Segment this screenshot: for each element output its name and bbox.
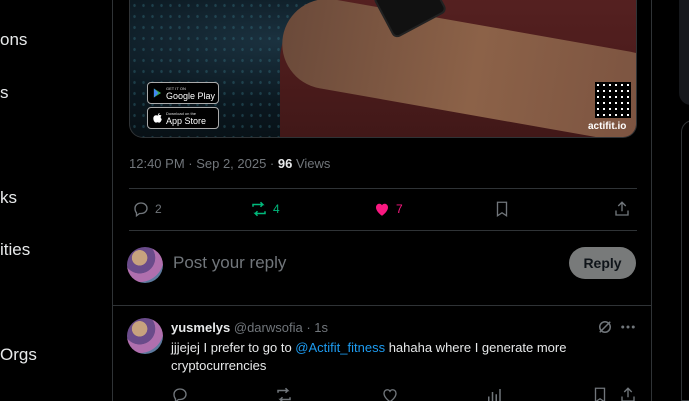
apple-icon — [153, 113, 162, 123]
share-action[interactable] — [613, 200, 631, 218]
repost-icon — [277, 387, 291, 401]
right-sidebar-card — [681, 120, 689, 401]
share-action[interactable] — [619, 386, 637, 401]
reply-author-name[interactable]: yusmelys — [171, 320, 230, 335]
right-sidebar-card — [679, 0, 689, 105]
bookmark-action[interactable] — [591, 386, 609, 401]
repost-action[interactable] — [275, 386, 293, 401]
brand-label: actifit.io — [588, 121, 627, 132]
google-play-text: Google Play — [166, 90, 216, 101]
avatar[interactable] — [127, 247, 163, 283]
reply-icon — [173, 388, 187, 401]
nav-item-notifications[interactable]: ons — [0, 30, 27, 50]
more-options-button[interactable] — [619, 318, 637, 336]
grok-icon — [599, 321, 611, 333]
like-action[interactable] — [381, 386, 399, 401]
more-icon — [621, 325, 635, 329]
views-count: 96 — [277, 156, 293, 171]
nav-item-bookmarks[interactable]: ks — [0, 188, 17, 208]
bookmark-icon — [594, 387, 606, 401]
main-column: GET IT ON Google Play Download on the Ap… — [112, 0, 652, 401]
post-timestamp[interactable]: 12:40 PM · Sep 2, 2025 · — [129, 156, 278, 171]
mention-link[interactable]: @Actifit_fitness — [295, 340, 385, 355]
reply-input[interactable]: Post your reply — [173, 253, 286, 273]
heart-icon — [383, 389, 397, 401]
reply-action[interactable]: 2 — [132, 200, 162, 218]
nav-item-communities[interactable]: ities — [0, 240, 30, 260]
reply-button[interactable]: Reply — [569, 247, 636, 279]
repost-count: 4 — [273, 202, 280, 216]
reply-count: 2 — [155, 202, 162, 216]
app-store-text: App Store — [166, 115, 207, 126]
like-action[interactable]: 7 — [373, 200, 403, 218]
divider — [113, 305, 652, 306]
bookmark-icon — [496, 201, 508, 218]
repost-action[interactable]: 4 — [250, 200, 280, 218]
heart-icon — [376, 203, 388, 216]
reply-icon — [134, 202, 148, 218]
share-icon — [615, 201, 629, 216]
nav-item-verified-orgs[interactable]: Orgs — [0, 345, 37, 365]
post-media-image[interactable]: GET IT ON Google Play Download on the Ap… — [129, 0, 637, 138]
divider — [129, 230, 637, 231]
grok-action[interactable] — [596, 318, 614, 336]
nav-item-messages[interactable]: s — [0, 83, 9, 103]
analytics-icon — [488, 389, 501, 401]
reply-text-part: jjjejej I prefer to go to — [171, 340, 296, 355]
google-play-badge: GET IT ON Google Play — [147, 82, 219, 104]
avatar[interactable] — [127, 318, 163, 354]
post-meta: 12:40 PM · Sep 2, 2025 · 96 Views — [129, 156, 330, 171]
repost-icon — [252, 201, 266, 217]
reply-author-handle[interactable]: @darwsofia · 1s — [230, 320, 328, 335]
reply-author[interactable]: yusmelys @darwsofia · 1s — [171, 320, 328, 335]
bookmark-action[interactable] — [493, 200, 511, 218]
reply-action[interactable] — [171, 386, 189, 401]
views-action[interactable] — [485, 386, 503, 401]
google-play-icon — [153, 88, 162, 98]
qr-code — [595, 82, 631, 118]
app-store-badge: Download on the App Store — [147, 107, 219, 129]
reply-text: jjjejej I prefer to go to @Actifit_fitne… — [171, 339, 601, 375]
divider — [129, 188, 637, 189]
share-icon — [621, 387, 635, 401]
views-label: Views — [292, 156, 331, 171]
like-count: 7 — [396, 202, 403, 216]
